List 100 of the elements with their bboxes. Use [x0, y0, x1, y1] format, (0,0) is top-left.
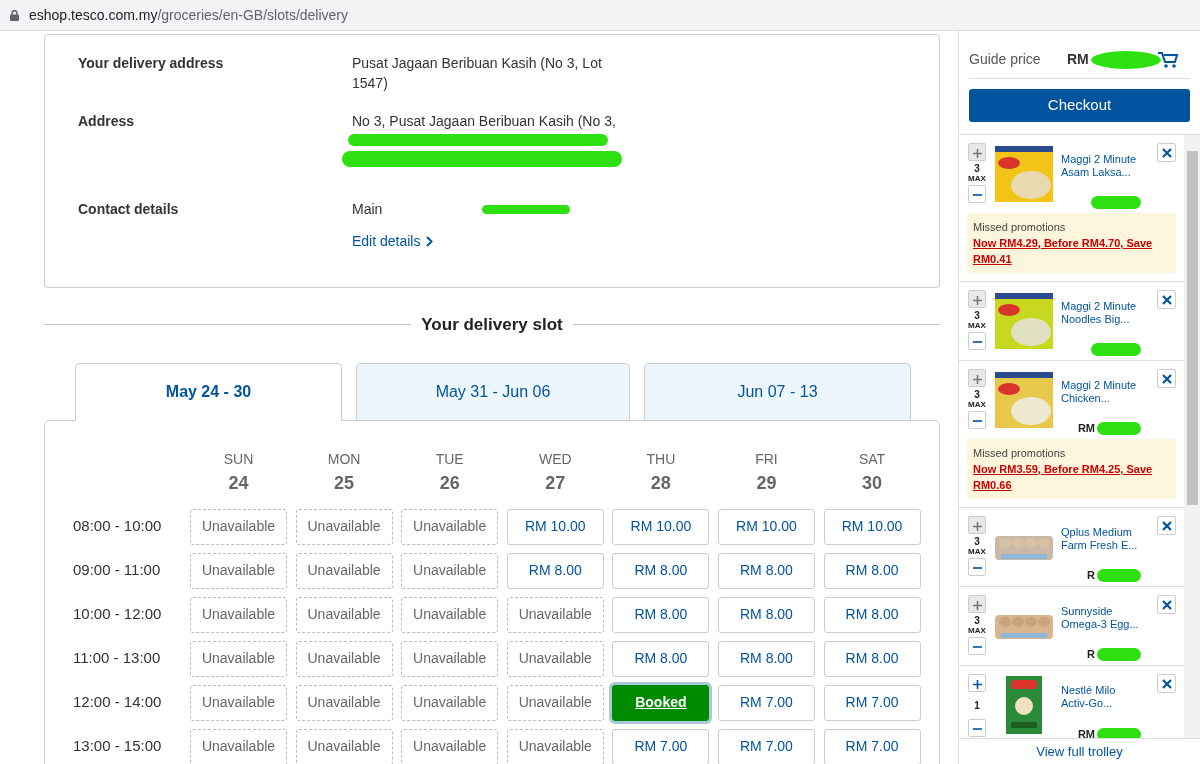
detail-label: Contact details: [78, 200, 180, 219]
unavailable-slot: Unavailable: [295, 684, 393, 721]
cart-icon: [1156, 50, 1179, 69]
unavailable-slot: Unavailable: [506, 596, 604, 633]
promotion-label: Missed promotions: [973, 447, 1066, 459]
day-date: 25: [333, 471, 356, 495]
slot-price-button[interactable]: RM 8.00: [717, 640, 815, 677]
product-price: RM: [1077, 728, 1095, 738]
slot-price-button[interactable]: RM 8.00: [717, 552, 815, 589]
product-name-link[interactable]: Maggi 2 Minute Chicken...: [1061, 379, 1151, 405]
minus-button[interactable]: [968, 637, 986, 655]
close-button[interactable]: [1157, 290, 1176, 309]
plus-icon: [972, 600, 982, 610]
slot-price-button[interactable]: RM 10.00: [717, 508, 815, 545]
product-name-link[interactable]: Qplus Medium Farm Fresh E...: [1061, 526, 1151, 552]
close-button[interactable]: [1157, 595, 1176, 614]
plus-icon: [972, 374, 982, 384]
slot-price-button[interactable]: RM 8.00: [506, 552, 604, 589]
slot-price-button[interactable]: RM 10.00: [506, 508, 604, 545]
booked-slot-button[interactable]: Booked: [612, 684, 710, 721]
max-label: MAX: [968, 174, 986, 183]
time-label: 13:00 - 15:00: [72, 736, 163, 757]
product-price: R: [1087, 648, 1095, 661]
checkout-button[interactable]: Checkout: [969, 89, 1190, 122]
edit-details-link[interactable]: Edit details: [352, 231, 434, 251]
unavailable-slot: Unavailable: [506, 640, 604, 677]
redaction-mark: [1097, 648, 1141, 661]
promotion-link[interactable]: Now RM4.29, Before RM4.70, Save RM0.41: [973, 235, 1170, 267]
unavailable-slot: Unavailable: [295, 596, 393, 633]
day-name: MON: [326, 449, 362, 469]
unavailable-slot: Unavailable: [401, 684, 499, 721]
redaction-mark: [1097, 422, 1141, 435]
minus-button[interactable]: [968, 332, 986, 350]
slot-price-button[interactable]: RM 7.00: [717, 728, 815, 764]
minus-button[interactable]: [968, 558, 986, 576]
product-price: R: [1087, 569, 1095, 582]
close-button[interactable]: [1157, 369, 1176, 388]
slot-price-button[interactable]: RM 8.00: [823, 596, 921, 633]
redaction-mark: [1097, 728, 1141, 738]
slot-price-button[interactable]: RM 7.00: [612, 728, 710, 764]
week-tab[interactable]: Jun 07 - 13: [644, 362, 911, 421]
unavailable-slot: Unavailable: [190, 508, 287, 545]
slot-price-button[interactable]: RM 7.00: [823, 684, 921, 721]
product-name-link[interactable]: Nestlé Milo Activ-Go...: [1061, 684, 1151, 710]
minus-icon: [972, 194, 982, 197]
quantity-value: 3: [974, 163, 980, 174]
detail-value: No 3, Pusat Jagaan Beribuan Kasih (No 3,: [352, 112, 617, 131]
unavailable-slot: Unavailable: [295, 728, 393, 764]
promotion-link[interactable]: Now RM3.59, Before RM4.25, Save RM0.66: [973, 461, 1170, 493]
minus-button[interactable]: [968, 411, 986, 429]
detail-label: Your delivery address: [78, 54, 225, 73]
product-name-link[interactable]: Maggi 2 Minute Asam Laksa...: [1061, 153, 1151, 179]
slot-price-button[interactable]: RM 8.00: [612, 596, 710, 633]
plus-button[interactable]: [968, 674, 986, 692]
week-tab[interactable]: May 31 - Jun 06: [356, 362, 630, 421]
slot-price-button[interactable]: RM 8.00: [612, 552, 710, 589]
close-button[interactable]: [1157, 516, 1176, 535]
quantity-value: 1: [974, 700, 980, 711]
minus-icon: [972, 341, 982, 344]
time-label: 12:00 - 14:00: [72, 692, 163, 713]
day-name: TUE: [434, 449, 465, 469]
lock-icon: [10, 9, 19, 21]
plus-icon: [972, 148, 982, 158]
time-label: 10:00 - 12:00: [72, 604, 163, 625]
slot-price-button[interactable]: RM 10.00: [823, 508, 921, 545]
time-label: 11:00 - 13:00: [72, 648, 162, 669]
slot-price-button[interactable]: RM 8.00: [823, 640, 921, 677]
time-label: 08:00 - 10:00: [72, 516, 163, 537]
close-icon: [1161, 294, 1172, 305]
slot-price-button[interactable]: RM 8.00: [612, 640, 710, 677]
time-label: 09:00 - 11:00: [72, 560, 162, 581]
max-label: MAX: [968, 547, 986, 556]
minus-button[interactable]: [968, 185, 986, 203]
slot-price-button[interactable]: RM 8.00: [717, 596, 815, 633]
plus-icon: [972, 295, 982, 305]
scrollbar[interactable]: [1184, 135, 1200, 738]
slot-price-button[interactable]: RM 7.00: [717, 684, 815, 721]
day-name: FRI: [754, 449, 779, 469]
week-tab[interactable]: May 24 - 30: [75, 362, 342, 421]
product-name-link[interactable]: Sunnyside Omega-3 Egg...: [1061, 605, 1151, 631]
minus-button[interactable]: [968, 719, 986, 737]
product-name-link[interactable]: Maggi 2 Minute Noodles Big...: [1061, 300, 1151, 326]
close-icon: [1161, 520, 1172, 531]
slot-price-button[interactable]: RM 7.00: [823, 728, 921, 764]
day-date: 27: [544, 471, 567, 495]
day-date: 28: [649, 471, 672, 495]
day-date: 30: [861, 471, 884, 495]
close-button[interactable]: [1157, 143, 1176, 162]
unavailable-slot: Unavailable: [190, 552, 287, 589]
max-label: MAX: [968, 321, 986, 330]
slot-price-button[interactable]: RM 10.00: [612, 508, 710, 545]
slot-price-button[interactable]: RM 8.00: [823, 552, 921, 589]
quantity-value: 3: [974, 310, 980, 321]
section-title: Your delivery slot: [421, 314, 563, 336]
day-date: 24: [227, 471, 250, 495]
close-button[interactable]: [1157, 674, 1176, 693]
address-bar-url[interactable]: eshop.tesco.com.my/groceries/en-GB/slots/delivery: [29, 4, 349, 26]
plus-icon: [972, 679, 982, 689]
view-full-trolley-link[interactable]: View full trolley: [1036, 741, 1123, 762]
minus-icon: [972, 420, 982, 423]
